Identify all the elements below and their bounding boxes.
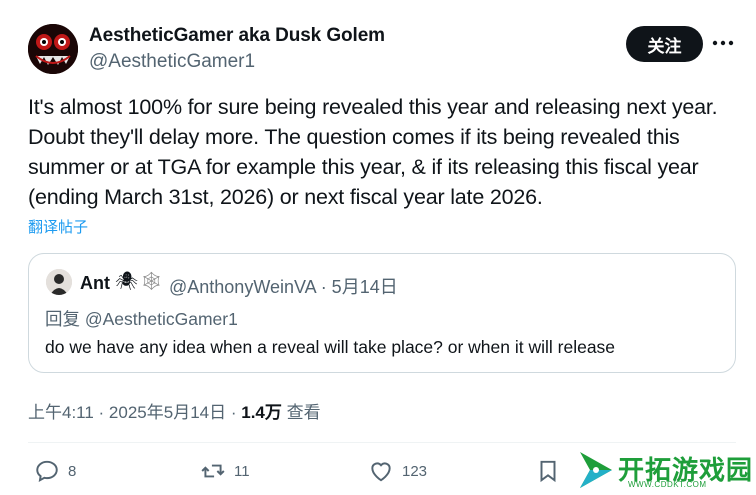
tweet-line: Doubt they'll delay more. The question c… (28, 125, 680, 149)
reply-icon (36, 460, 58, 483)
watermark-logo: 开拓游戏园 WWW.CDDKT.COM (572, 446, 756, 495)
views-label: 查看 (281, 403, 321, 422)
reply-button[interactable]: 8 (34, 458, 76, 484)
web-emoji: 🕸 (140, 271, 163, 291)
author-display-name[interactable]: AestheticGamer aka Dusk Golem (89, 25, 385, 47)
repost-icon (201, 464, 225, 478)
quoted-text: do we have any idea when a reveal will t… (45, 337, 616, 357)
tweet-meta: 上午4:11 · 2025年5月14日 · 1.4万 查看 (28, 398, 321, 423)
tweet-line: It's almost 100% for sure being revealed… (28, 95, 718, 119)
author-avatar[interactable] (28, 24, 78, 74)
quoted-author-name[interactable]: Ant (80, 273, 110, 294)
translate-post-link[interactable]: 翻译帖子 (28, 216, 88, 237)
tweet-text: It's almost 100% for sure being revealed… (28, 92, 748, 212)
ellipsis-icon (712, 40, 734, 46)
quoted-reply-to: 回复 @AestheticGamer1 (45, 309, 238, 329)
author-handle[interactable]: @AestheticGamer1 (89, 51, 255, 73)
tweet-line: summer or at TGA for example this year, … (28, 155, 699, 179)
repost-count: 11 (234, 462, 250, 480)
quoted-author-avatar[interactable] (46, 269, 72, 295)
quoted-tweet[interactable]: Ant 🕷 🕸 @AnthonyWeinVA · 5月14日 回复 @Aesth… (28, 253, 736, 373)
watermark-url: WWW.CDDKT.COM (628, 480, 707, 489)
repost-button[interactable]: 11 (200, 458, 250, 484)
spider-emoji: 🕷 (115, 271, 138, 291)
reply-count: 8 (68, 462, 77, 480)
like-count: 123 (402, 462, 428, 480)
quoted-handle-date: @AnthonyWeinVA · 5月14日 (169, 277, 398, 297)
follow-button[interactable]: 关注 (626, 26, 703, 62)
watermark-logo-icon (580, 452, 612, 488)
tweet-line: (ending March 31st, 2026) or next fiscal… (28, 185, 543, 209)
timestamp[interactable]: 上午4:11 · 2025年5月14日 · (28, 403, 241, 422)
divider (28, 442, 736, 443)
like-button[interactable]: 123 (368, 458, 427, 484)
views-count: 1.4万 (241, 403, 282, 422)
bookmark-icon (540, 460, 556, 483)
bookmark-button[interactable] (535, 458, 561, 484)
more-options-button[interactable] (708, 28, 738, 58)
heart-icon (371, 462, 391, 482)
